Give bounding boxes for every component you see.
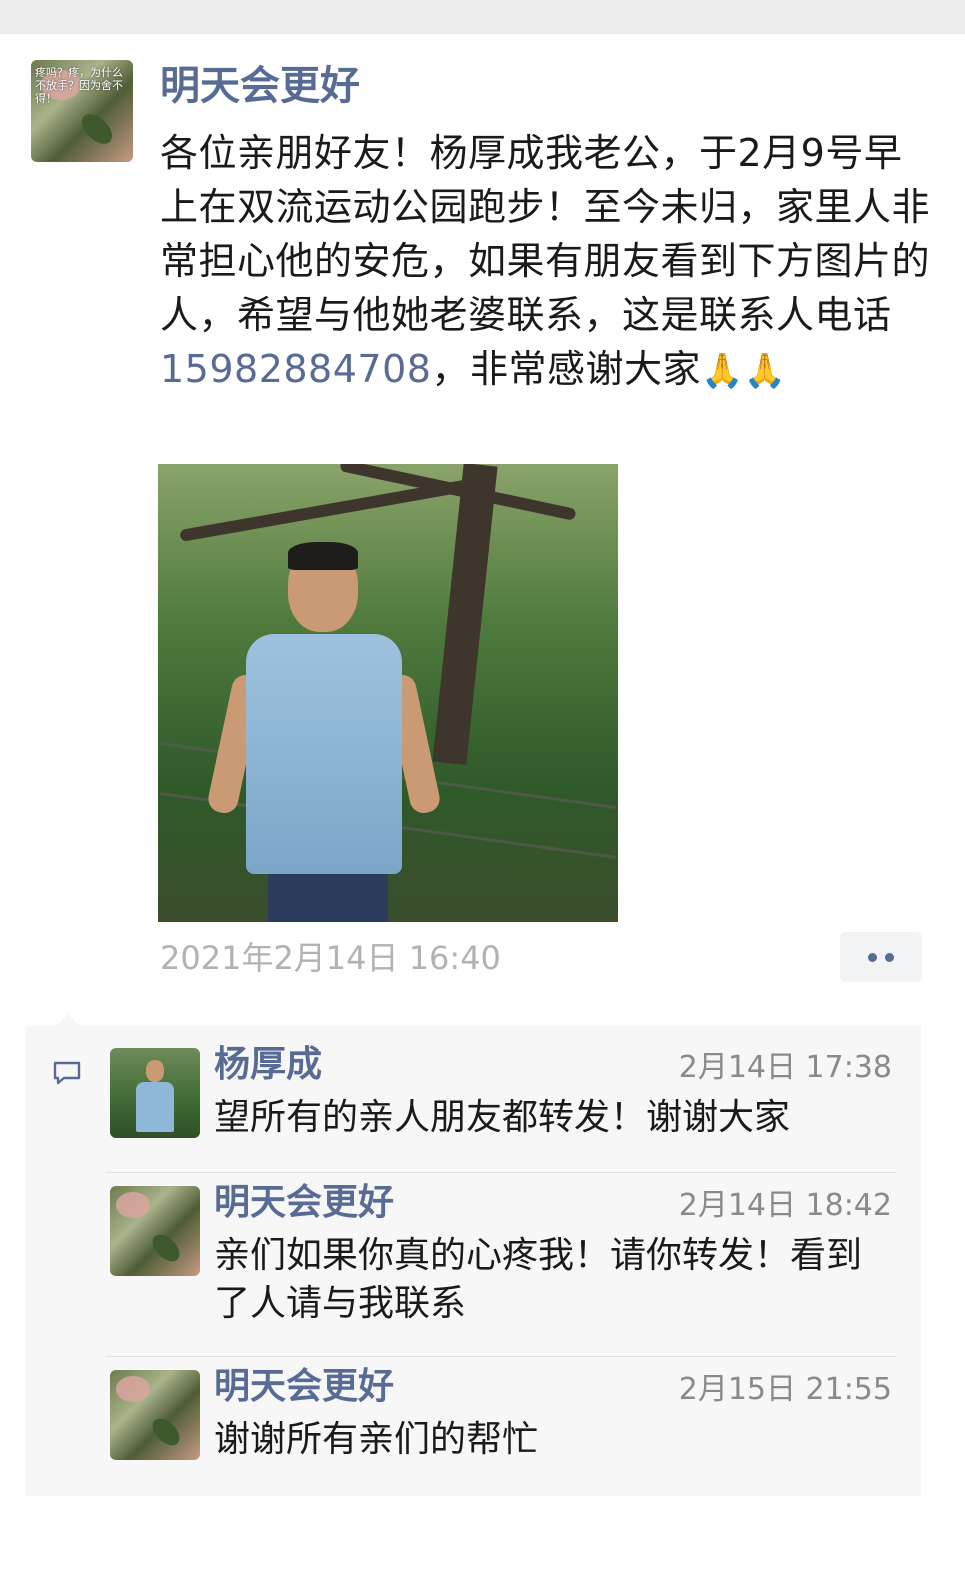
avatar-leaf: [147, 1230, 185, 1266]
commenter-avatar[interactable]: [110, 1186, 200, 1276]
comment-time: 2月14日 17:38: [678, 1050, 892, 1085]
post-text-main: 各位亲朋好友！杨厚成我老公，于2月9号早上在双流运动公园跑步！至今未归，家里人非…: [160, 131, 931, 337]
post-text: 各位亲朋好友！杨厚成我老公，于2月9号早上在双流运动公园跑步！至今未归，家里人非…: [160, 126, 940, 398]
commenter-avatar[interactable]: [110, 1370, 200, 1460]
poster-name[interactable]: 明天会更好: [160, 60, 360, 112]
comment-text: 谢谢所有亲们的帮忙: [214, 1419, 539, 1460]
pray-emoji: 🙏🙏: [700, 351, 787, 391]
more-button[interactable]: [840, 932, 922, 982]
post-timestamp: 2021年2月14日 16:40: [160, 939, 501, 977]
avatar-flower-petal: [116, 1376, 150, 1402]
avatar-caption: 疼吗？疼，为什么不放手？因为舍不得！: [35, 66, 123, 105]
tree-trunk: [432, 464, 498, 765]
person-pants: [268, 874, 388, 922]
comment-divider: [106, 1356, 896, 1357]
post-photo[interactable]: [158, 464, 618, 922]
avatar-person-shirt: [136, 1082, 174, 1132]
comment-divider: [106, 1172, 896, 1173]
post-text-tail: ，非常感谢大家: [431, 347, 701, 391]
more-dots-icon: [885, 952, 894, 962]
status-bar: [0, 0, 965, 34]
comment-item[interactable]: 明天会更好 2月15日 21:55 谢谢所有亲们的帮忙: [110, 1366, 900, 1470]
poster-avatar[interactable]: 疼吗？疼，为什么不放手？因为舍不得！: [31, 60, 133, 162]
comment-bubble-icon: [53, 1061, 81, 1085]
commenter-avatar[interactable]: [110, 1048, 200, 1138]
person-hair: [288, 542, 358, 570]
avatar-leaf: [75, 109, 119, 149]
comment-item[interactable]: 明天会更好 2月14日 18:42 亲们如果你真的心疼我！请你转发！看到了人请与…: [110, 1182, 900, 1336]
comment-time: 2月14日 18:42: [678, 1188, 892, 1223]
commenter-name[interactable]: 杨厚成: [214, 1042, 322, 1088]
person-shirt: [246, 634, 402, 874]
commenter-name[interactable]: 明天会更好: [214, 1180, 394, 1226]
comment-time: 2月15日 21:55: [678, 1372, 892, 1407]
avatar-person-head: [146, 1060, 164, 1082]
comment-text: 亲们如果你真的心疼我！请你转发！看到了人请与我联系: [214, 1235, 863, 1324]
comment-item[interactable]: 杨厚成 2月14日 17:38 望所有的亲人朋友都转发！谢谢大家: [110, 1044, 900, 1158]
avatar-flower-petal: [116, 1192, 150, 1218]
more-dots-icon: [868, 952, 877, 962]
commenter-name[interactable]: 明天会更好: [214, 1364, 394, 1410]
comment-text: 望所有的亲人朋友都转发！谢谢大家: [214, 1097, 791, 1138]
phone-link[interactable]: 15982884708: [160, 347, 431, 391]
avatar-leaf: [147, 1414, 185, 1450]
